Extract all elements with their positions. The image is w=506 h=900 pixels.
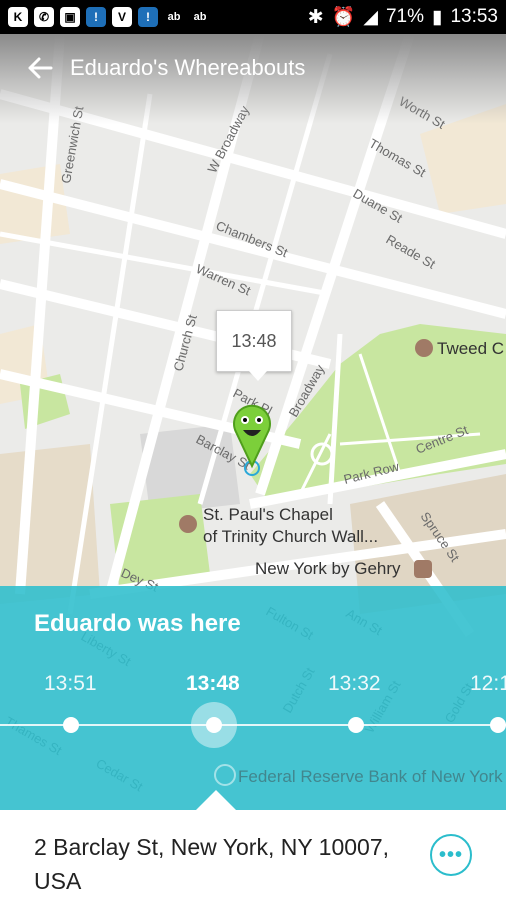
- status-indicators: ✱ ⏰ ◢ 71% ▮ 13:53: [308, 5, 498, 29]
- poi-label: New York by Gehry: [255, 559, 401, 578]
- timeline-time-selected[interactable]: 13:48: [186, 672, 240, 696]
- timeline-time[interactable]: 13:32: [328, 672, 381, 696]
- poi-label: St. Paul's Chapel: [203, 505, 333, 524]
- ab-icon: ab: [167, 11, 181, 23]
- app-bar: Eduardo's Whereabouts: [0, 34, 506, 102]
- map-time-callout: 13:48: [216, 310, 292, 381]
- timeline-dot[interactable]: [63, 717, 79, 733]
- alarm-icon: ⏰: [331, 7, 356, 28]
- app-icon: !: [86, 7, 106, 27]
- status-bar: K ✆ ▣ ! V ! ab ab ✱ ⏰ ◢ 71% ▮ 13:53: [0, 0, 506, 34]
- page-title: Eduardo's Whereabouts: [70, 55, 306, 80]
- federal-reserve-label-bg: [238, 792, 498, 810]
- k-app-icon: K: [8, 7, 28, 27]
- battery-icon: ▮: [431, 6, 443, 28]
- timeline-dot[interactable]: [348, 717, 364, 733]
- clock: 13:53: [450, 6, 498, 27]
- timeline-time[interactable]: 13:51: [44, 672, 97, 696]
- poi-icon: [214, 764, 236, 786]
- poi-label: Tweed C: [437, 339, 504, 358]
- wifi-icon: ◢: [363, 6, 378, 28]
- address-text: 2 Barclay St, New York, NY 10007, USA: [34, 834, 389, 894]
- address-pointer: [196, 790, 236, 810]
- whatsapp-icon: ✆: [34, 7, 54, 27]
- more-options-button[interactable]: •••: [430, 834, 472, 876]
- timeline-time[interactable]: 12:1: [470, 672, 506, 696]
- bluetooth-icon: ✱: [307, 6, 324, 28]
- gallery-icon: ▣: [60, 7, 80, 27]
- timeline-dot-selected[interactable]: [206, 717, 222, 733]
- back-arrow-icon[interactable]: [12, 40, 68, 96]
- notification-icons: K ✆ ▣ ! V ! ab ab: [8, 7, 210, 27]
- battery-level: 71%: [385, 6, 424, 27]
- timeline-title: Eduardo was here: [34, 610, 241, 637]
- poi-label: of Trinity Church Wall...: [203, 527, 378, 546]
- poi-label: Federal Reserve Bank of New York: [238, 767, 503, 786]
- vine-icon: V: [112, 7, 132, 27]
- address-bar: 2 Barclay St, New York, NY 10007, USA ••…: [0, 810, 506, 900]
- ab-icon: ab: [193, 11, 207, 23]
- timeline-dot[interactable]: [490, 717, 506, 733]
- app-icon: !: [138, 7, 158, 27]
- timeline-panel: Eduardo was here 13:51 13:48 13:32 12:1 …: [0, 586, 506, 810]
